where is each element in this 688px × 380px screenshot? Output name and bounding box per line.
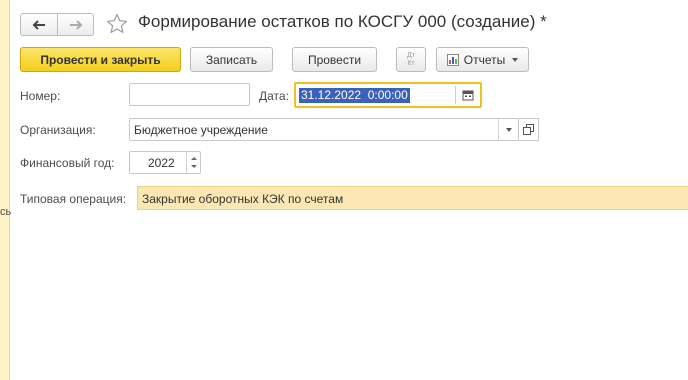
chevron-down-icon	[505, 127, 512, 132]
star-icon[interactable]	[106, 13, 128, 35]
number-field[interactable]	[129, 83, 250, 106]
kt-label: Кт	[407, 59, 415, 67]
fiscal-year-label: Финансовый год:	[20, 156, 115, 170]
save-button[interactable]: Записать	[190, 47, 273, 72]
open-window-icon	[523, 124, 534, 135]
date-label: Дата:	[259, 89, 289, 103]
date-field[interactable]: 31.12.2022 0:00:00	[294, 82, 482, 108]
fiscal-year-value: 2022	[148, 156, 175, 170]
calendar-icon[interactable]	[462, 89, 474, 101]
chevron-up-icon[interactable]	[191, 157, 197, 160]
date-value: 31.12.2022 0:00:00	[299, 88, 410, 103]
arrow-left-icon	[32, 19, 45, 30]
organization-open-button[interactable]	[519, 118, 539, 141]
dt-label: Дт	[407, 51, 415, 59]
typical-operation-field: Закрытие оборотных КЭК по счетам	[137, 186, 688, 210]
report-icon	[446, 53, 459, 66]
organization-dropdown-button[interactable]	[498, 119, 518, 140]
left-panel-strip: сь	[0, 0, 12, 380]
navigation-buttons	[20, 13, 94, 36]
post-button[interactable]: Провести	[292, 47, 377, 72]
arrow-right-icon	[69, 19, 82, 30]
reports-label: Отчеты	[463, 52, 506, 67]
typical-operation-value: Закрытие оборотных КЭК по счетам	[142, 192, 344, 206]
organization-field[interactable]: Бюджетное учреждение	[129, 118, 519, 141]
forward-button[interactable]	[57, 14, 93, 35]
organization-label: Организация:	[20, 123, 96, 137]
organization-value: Бюджетное учреждение	[134, 123, 268, 137]
back-button[interactable]	[21, 14, 57, 35]
year-spin-buttons[interactable]	[186, 152, 200, 173]
post-and-close-button[interactable]: Провести и закрыть	[20, 47, 181, 72]
number-label: Номер:	[20, 89, 61, 103]
date-divider	[455, 86, 456, 104]
reports-button[interactable]: Отчеты	[436, 47, 529, 72]
page-title: Формирование остатков по КОСГУ 000 (созд…	[138, 12, 547, 31]
chevron-down-icon[interactable]	[191, 165, 197, 168]
typical-operation-label: Типовая операция:	[20, 192, 127, 206]
fiscal-year-stepper[interactable]: 2022	[129, 151, 201, 174]
chevron-down-icon	[512, 57, 519, 62]
clipped-panel-text: сь	[0, 206, 12, 218]
dt-kt-button[interactable]: Дт Кт	[396, 47, 426, 72]
